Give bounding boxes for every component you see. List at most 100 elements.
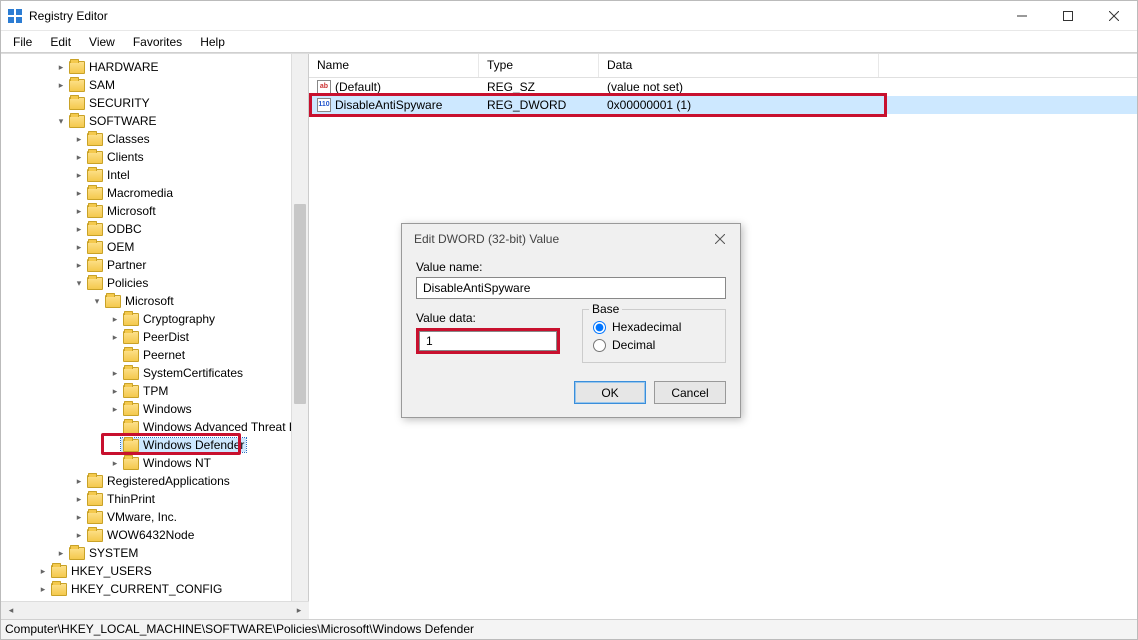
tree-item[interactable]: ▸HKEY_USERS xyxy=(1,562,309,580)
folder-icon xyxy=(87,133,103,146)
tree-item[interactable]: ▸Windows Defender xyxy=(1,436,309,454)
chevron-right-icon[interactable]: ▸ xyxy=(109,313,121,325)
chevron-right-icon[interactable]: ▸ xyxy=(55,79,67,91)
list-row[interactable]: 110DisableAntiSpywareREG_DWORD0x00000001… xyxy=(309,96,1137,114)
tree-item[interactable]: ▸ODBC xyxy=(1,220,309,238)
tree-item[interactable]: ▾Policies xyxy=(1,274,309,292)
chevron-right-icon[interactable]: ▸ xyxy=(73,529,85,541)
tree-item[interactable]: ▸TPM xyxy=(1,382,309,400)
scroll-left-icon[interactable]: ◂ xyxy=(3,604,19,618)
chevron-right-icon[interactable]: ▸ xyxy=(55,61,67,73)
scrollbar-thumb[interactable] xyxy=(294,204,306,404)
maximize-button[interactable] xyxy=(1045,1,1091,31)
tree-item[interactable]: ▸SystemCertificates xyxy=(1,364,309,382)
radio-hex-input[interactable] xyxy=(593,321,606,334)
tree-item[interactable]: ▸WOW6432Node xyxy=(1,526,309,544)
folder-icon xyxy=(87,259,103,272)
chevron-right-icon[interactable]: ▸ xyxy=(109,367,121,379)
menu-view[interactable]: View xyxy=(81,33,123,51)
chevron-right-icon[interactable]: ▸ xyxy=(109,385,121,397)
menu-favorites[interactable]: Favorites xyxy=(125,33,190,51)
tree-item[interactable]: ▸Macromedia xyxy=(1,184,309,202)
value-name-input[interactable] xyxy=(416,277,726,299)
tree-item-label: SYSTEM xyxy=(89,546,138,560)
chevron-right-icon[interactable]: ▸ xyxy=(73,475,85,487)
scroll-right-icon[interactable]: ▸ xyxy=(291,604,307,618)
chevron-right-icon[interactable]: ▸ xyxy=(73,187,85,199)
chevron-right-icon[interactable]: ▸ xyxy=(73,241,85,253)
list-row[interactable]: ab(Default)REG_SZ(value not set) xyxy=(309,78,1137,96)
tree-item[interactable]: ▸ Intel xyxy=(1,166,309,184)
dword-value-icon: 110 xyxy=(317,98,331,112)
chevron-right-icon[interactable]: ▸ xyxy=(73,259,85,271)
chevron-right-icon[interactable]: ▸ xyxy=(37,565,49,577)
tree-item[interactable]: ▸ SYSTEM xyxy=(1,544,309,562)
chevron-right-icon[interactable]: ▸ xyxy=(55,547,67,559)
tree-pane[interactable]: ▸HARDWARE▸SAM▸SECURITY▾SOFTWARE▸Classes▸… xyxy=(1,54,309,601)
chevron-down-icon[interactable]: ▾ xyxy=(55,115,67,127)
tree-item[interactable]: ▸HARDWARE xyxy=(1,58,309,76)
tree-item[interactable]: ▸OEM xyxy=(1,238,309,256)
chevron-right-icon[interactable]: ▸ xyxy=(109,331,121,343)
tree-item[interactable]: ▾SOFTWARE xyxy=(1,112,309,130)
tree-item[interactable]: ▸ Microsoft xyxy=(1,202,309,220)
folder-icon xyxy=(87,223,103,236)
tree-item[interactable]: ▸SECURITY xyxy=(1,94,309,112)
menu-file[interactable]: File xyxy=(5,33,40,51)
radio-dec-input[interactable] xyxy=(593,339,606,352)
radio-dec[interactable]: Decimal xyxy=(593,338,715,352)
chevron-right-icon[interactable]: ▸ xyxy=(73,511,85,523)
tree-item[interactable]: ▸PeerDist xyxy=(1,328,309,346)
chevron-right-icon[interactable]: ▸ xyxy=(73,151,85,163)
tree-item-label: ThinPrint xyxy=(107,492,155,506)
dialog-titlebar[interactable]: Edit DWORD (32-bit) Value xyxy=(402,224,740,254)
col-name[interactable]: Name xyxy=(309,54,479,77)
folder-icon xyxy=(51,565,67,578)
close-button[interactable] xyxy=(1091,1,1137,31)
tree-item[interactable]: ▾Microsoft xyxy=(1,292,309,310)
folder-icon xyxy=(87,205,103,218)
cancel-button[interactable]: Cancel xyxy=(654,381,726,404)
minimize-button[interactable] xyxy=(999,1,1045,31)
tree-item[interactable]: ▸HKEY_CURRENT_CONFIG xyxy=(1,580,309,598)
tree-item[interactable]: ▸SAM xyxy=(1,76,309,94)
col-type[interactable]: Type xyxy=(479,54,599,77)
tree-item[interactable]: ▸Windows xyxy=(1,400,309,418)
chevron-right-icon[interactable]: ▸ xyxy=(37,583,49,595)
tree-hscrollbar[interactable]: ◂ ▸ xyxy=(1,601,309,619)
dialog-close-button[interactable] xyxy=(708,227,732,251)
chevron-right-icon[interactable]: ▸ xyxy=(73,169,85,181)
window-title: Registry Editor xyxy=(29,9,999,23)
tree-item[interactable]: ▸Partner xyxy=(1,256,309,274)
tree-item-label: Intel xyxy=(107,168,130,182)
chevron-right-icon[interactable]: ▸ xyxy=(73,133,85,145)
tree-item-label: Cryptography xyxy=(143,312,215,326)
tree-item[interactable]: ▸ Cryptography xyxy=(1,310,309,328)
col-data[interactable]: Data xyxy=(599,54,879,77)
menu-edit[interactable]: Edit xyxy=(42,33,79,51)
chevron-right-icon[interactable]: ▸ xyxy=(109,457,121,469)
value-data: 0x00000001 (1) xyxy=(599,97,879,113)
chevron-right-icon[interactable]: ▸ xyxy=(73,223,85,235)
tree-item[interactable]: ▸Clients xyxy=(1,148,309,166)
chevron-right-icon[interactable]: ▸ xyxy=(109,403,121,415)
chevron-down-icon[interactable]: ▾ xyxy=(91,295,103,307)
tree-item[interactable]: ▸Classes xyxy=(1,130,309,148)
tree-item[interactable]: ▸Peernet xyxy=(1,346,309,364)
chevron-down-icon[interactable]: ▾ xyxy=(73,277,85,289)
tree-item[interactable]: ▸VMware, Inc. xyxy=(1,508,309,526)
ok-button[interactable]: OK xyxy=(574,381,646,404)
tree-item[interactable]: ▸Windows NT xyxy=(1,454,309,472)
value-data-input[interactable] xyxy=(419,331,557,351)
tree-item-label: RegisteredApplications xyxy=(107,474,230,488)
chevron-right-icon[interactable]: ▸ xyxy=(73,493,85,505)
tree-item[interactable]: ▸Windows Advanced Threat P xyxy=(1,418,309,436)
tree-item[interactable]: ▸ RegisteredApplications xyxy=(1,472,309,490)
tree-scrollbar[interactable] xyxy=(291,54,308,601)
chevron-right-icon[interactable]: ▸ xyxy=(73,205,85,217)
menu-help[interactable]: Help xyxy=(192,33,233,51)
folder-icon xyxy=(87,511,103,524)
tree-item[interactable]: ▸ ThinPrint xyxy=(1,490,309,508)
radio-hex[interactable]: Hexadecimal xyxy=(593,320,715,334)
tree-item-label: Microsoft xyxy=(107,204,156,218)
